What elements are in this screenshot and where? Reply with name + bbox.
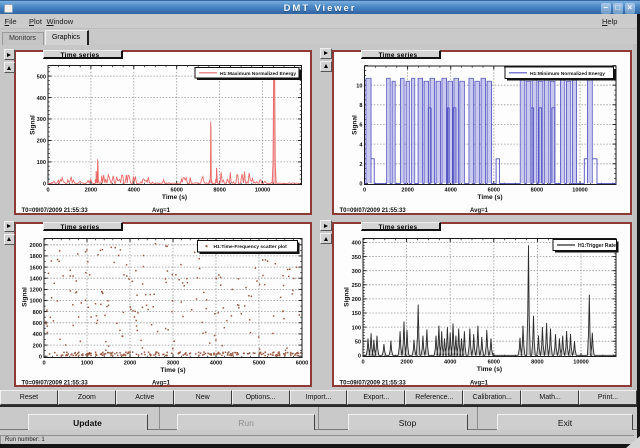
svg-text:6000: 6000 [488, 360, 500, 366]
svg-text:0: 0 [43, 182, 46, 188]
svg-text:2000: 2000 [401, 188, 413, 194]
svg-text:T0=09/07/2009 21:55:33: T0=09/07/2009 21:55:33 [340, 208, 407, 214]
svg-text:4000: 4000 [210, 361, 222, 367]
svg-text:1200: 1200 [30, 288, 42, 294]
svg-text:10: 10 [356, 83, 362, 89]
svg-text:Avg=1: Avg=1 [152, 208, 171, 214]
svg-text:100: 100 [352, 325, 361, 331]
svg-text:4000: 4000 [128, 188, 140, 194]
svg-text:Time (s): Time (s) [160, 367, 185, 374]
svg-text:10000: 10000 [255, 188, 271, 194]
svg-text:100: 100 [37, 160, 46, 166]
svg-text:2000: 2000 [85, 188, 97, 194]
svg-text:5000: 5000 [253, 361, 265, 367]
svg-text:500: 500 [37, 74, 46, 80]
svg-text:1600: 1600 [30, 265, 42, 271]
svg-text:H1:Time-Frequency scatter plot: H1:Time-Frequency scatter plot [214, 244, 288, 250]
svg-text:0: 0 [361, 360, 364, 366]
svg-text:Signal: Signal [352, 115, 359, 135]
svg-text:1400: 1400 [30, 276, 42, 282]
svg-text:T0=09/07/2009 21:55:33: T0=09/07/2009 21:55:33 [340, 381, 407, 387]
svg-text:Signal: Signal [30, 115, 37, 135]
svg-text:1000: 1000 [81, 361, 93, 367]
svg-text:200: 200 [352, 297, 361, 303]
svg-text:1800: 1800 [30, 254, 42, 260]
svg-text:350: 350 [352, 255, 361, 261]
svg-text:250: 250 [352, 283, 361, 289]
svg-text:Time (s): Time (s) [477, 366, 502, 373]
svg-text:150: 150 [352, 311, 361, 317]
svg-text:2: 2 [359, 162, 362, 168]
svg-text:8000: 8000 [531, 360, 543, 366]
svg-text:2000: 2000 [400, 360, 412, 366]
svg-text:10000: 10000 [572, 188, 588, 194]
svg-text:8000: 8000 [213, 188, 225, 194]
svg-text:400: 400 [37, 96, 46, 102]
svg-text:Avg=1: Avg=1 [152, 381, 171, 387]
svg-text:T0=09/07/2009 21:55:33: T0=09/07/2009 21:55:33 [22, 208, 89, 214]
svg-text:6: 6 [359, 123, 362, 129]
svg-text:Avg=1: Avg=1 [470, 208, 489, 214]
svg-text:6000: 6000 [488, 188, 500, 194]
svg-text:0: 0 [46, 188, 49, 194]
svg-text:H1:Maximum Normalized Energy: H1:Maximum Normalized Energy [220, 71, 296, 77]
svg-text:8: 8 [359, 103, 362, 109]
svg-text:400: 400 [33, 332, 42, 338]
svg-text:0: 0 [359, 182, 362, 188]
svg-text:6000: 6000 [170, 188, 182, 194]
svg-text:300: 300 [352, 269, 361, 275]
svg-text:1000: 1000 [30, 299, 42, 305]
svg-text:50: 50 [355, 339, 361, 345]
svg-text:8000: 8000 [531, 188, 543, 194]
svg-text:2000: 2000 [30, 243, 42, 249]
svg-text:200: 200 [33, 343, 42, 349]
svg-text:400: 400 [352, 241, 361, 247]
svg-text:Signal: Signal [344, 287, 351, 307]
svg-text:H1:Trigger Rate: H1:Trigger Rate [578, 243, 616, 249]
svg-text:200: 200 [37, 139, 46, 145]
svg-text:Time (s): Time (s) [477, 194, 502, 201]
svg-text:0: 0 [358, 354, 361, 360]
svg-text:300: 300 [37, 117, 46, 123]
svg-text:4000: 4000 [444, 188, 456, 194]
svg-text:Time (s): Time (s) [162, 194, 187, 201]
svg-text:4000: 4000 [444, 360, 456, 366]
svg-text:Avg=1: Avg=1 [470, 381, 489, 387]
svg-text:T0=09/07/2009 21:55:33: T0=09/07/2009 21:55:33 [22, 381, 89, 387]
svg-text:800: 800 [33, 310, 42, 316]
svg-text:0: 0 [39, 354, 42, 360]
svg-text:2000: 2000 [124, 361, 136, 367]
svg-text:10000: 10000 [573, 360, 589, 366]
svg-text:4: 4 [359, 142, 363, 148]
svg-text:0: 0 [42, 361, 45, 367]
svg-text:3000: 3000 [167, 361, 179, 367]
svg-text:0: 0 [363, 188, 366, 194]
svg-text:Signal: Signal [22, 287, 29, 307]
svg-text:600: 600 [33, 321, 42, 327]
svg-text:6000: 6000 [296, 361, 308, 367]
svg-text:H1:Minimum Normalized Energy: H1:Minimum Normalized Energy [530, 71, 605, 77]
